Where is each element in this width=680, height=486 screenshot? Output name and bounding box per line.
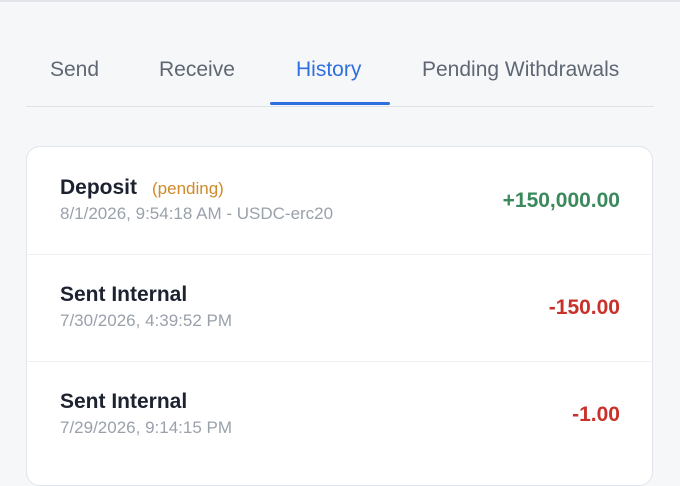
tab-pending-withdrawals[interactable]: Pending Withdrawals (422, 58, 619, 82)
transaction-row[interactable]: Sent Internal 7/30/2026, 4:39:52 PM -150… (27, 254, 652, 362)
transaction-history-card: Deposit (pending) 8/1/2026, 9:54:18 AM -… (26, 146, 653, 486)
transaction-type: Sent Internal (60, 283, 188, 306)
transaction-amount: -150.00 (548, 296, 620, 319)
transaction-row[interactable]: Sent Internal 7/29/2026, 9:14:15 PM -1.0… (27, 361, 652, 468)
transaction-type: Sent Internal (60, 390, 188, 413)
transaction-timestamp: 7/30/2026, 4:39:52 PM (60, 311, 233, 330)
transaction-status-badge: (pending) (152, 179, 224, 198)
transaction-timestamp: 8/1/2026, 9:54:18 AM - USDC-erc20 (60, 204, 334, 223)
active-tab-indicator (270, 102, 390, 105)
transaction-amount: -1.00 (572, 403, 620, 426)
tab-history[interactable]: History (296, 58, 361, 82)
tab-bar: Send Receive History Pending Withdrawals (26, 44, 654, 107)
tab-send[interactable]: Send (50, 58, 99, 82)
transaction-timestamp: 7/29/2026, 9:14:15 PM (60, 418, 233, 437)
transaction-row[interactable]: Deposit (pending) 8/1/2026, 9:54:18 AM -… (27, 147, 652, 255)
tab-receive[interactable]: Receive (159, 58, 235, 82)
top-divider (0, 0, 680, 2)
transaction-amount: +150,000.00 (502, 189, 620, 212)
transaction-type: Deposit (60, 176, 138, 199)
